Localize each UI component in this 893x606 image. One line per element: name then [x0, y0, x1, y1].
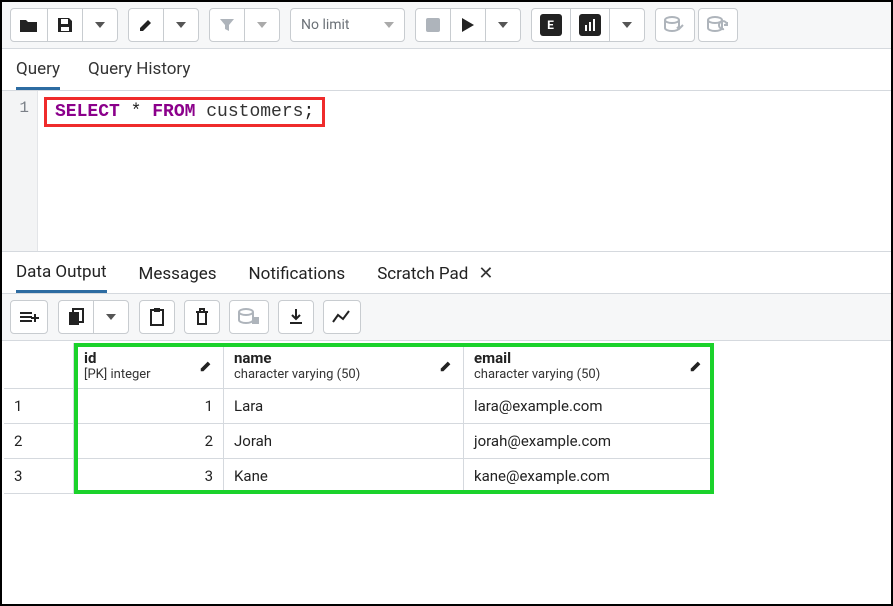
execute-dropdown[interactable]	[485, 8, 521, 42]
save-icon	[56, 16, 74, 34]
cell-id[interactable]: 1	[74, 389, 224, 424]
copy-button[interactable]	[58, 300, 94, 334]
copy-icon	[68, 308, 84, 326]
tab-data-output[interactable]: Data Output	[16, 262, 107, 293]
line-number: 1	[2, 99, 29, 117]
cell-id[interactable]: 3	[74, 459, 224, 494]
chevron-down-icon	[176, 22, 186, 28]
sql-highlight-box: SELECT * FROM customers;	[44, 97, 325, 127]
pencil-icon[interactable]	[689, 359, 703, 373]
save-data-button[interactable]	[229, 300, 269, 334]
cell-name[interactable]: Kane	[224, 459, 464, 494]
edit-dropdown[interactable]	[163, 8, 199, 42]
row-number[interactable]: 1	[4, 389, 74, 424]
close-icon[interactable]: ✕	[478, 263, 493, 284]
column-name: id	[84, 349, 151, 367]
filter-dropdown[interactable]	[244, 8, 280, 42]
row-number[interactable]: 2	[4, 424, 74, 459]
column-type: [PK] integer	[84, 367, 151, 382]
filter-button[interactable]	[209, 8, 245, 42]
limit-select[interactable]: No limit	[290, 8, 405, 42]
add-row-button[interactable]	[10, 300, 48, 334]
save-dropdown[interactable]	[82, 8, 118, 42]
column-type: character varying (50)	[474, 367, 600, 382]
output-tabs: Data Output Messages Notifications Scrat…	[2, 251, 891, 294]
pencil-icon	[138, 17, 154, 33]
edit-button[interactable]	[128, 8, 164, 42]
cell-name[interactable]: Lara	[224, 389, 464, 424]
tab-query-history[interactable]: Query History	[88, 59, 190, 90]
download-icon	[288, 308, 304, 326]
commit-button[interactable]	[655, 8, 695, 42]
save-button[interactable]	[47, 8, 83, 42]
explain-icon: E	[540, 14, 562, 36]
folder-open-icon	[19, 17, 39, 33]
line-gutter: 1	[2, 91, 38, 251]
cell-email[interactable]: lara@example.com	[464, 389, 714, 424]
pencil-icon[interactable]	[439, 359, 453, 373]
play-icon	[461, 17, 475, 33]
copy-dropdown[interactable]	[93, 300, 129, 334]
trash-icon	[195, 308, 209, 326]
results-area: id[PK] integernamecharacter varying (50)…	[2, 341, 891, 496]
column-name: name	[234, 349, 360, 367]
chevron-down-icon	[257, 22, 267, 28]
column-header-id[interactable]: id[PK] integer	[74, 343, 224, 389]
paste-button[interactable]	[139, 300, 175, 334]
tab-query[interactable]: Query	[16, 59, 60, 90]
clipboard-icon	[149, 308, 165, 326]
bar-chart-icon	[579, 14, 601, 36]
column-header-name[interactable]: namecharacter varying (50)	[224, 343, 464, 389]
line-chart-icon	[332, 310, 352, 324]
output-toolbar	[2, 294, 891, 341]
chevron-down-icon	[384, 22, 394, 28]
stop-button[interactable]	[415, 8, 451, 42]
explain-button[interactable]: E	[531, 8, 571, 42]
cell-email[interactable]: kane@example.com	[464, 459, 714, 494]
cell-name[interactable]: Jorah	[224, 424, 464, 459]
cell-email[interactable]: jorah@example.com	[464, 424, 714, 459]
add-row-icon	[19, 309, 39, 325]
chevron-down-icon	[95, 22, 105, 28]
explain-analyze-button[interactable]	[570, 8, 610, 42]
main-toolbar: No limit E	[2, 2, 891, 49]
chevron-down-icon	[498, 22, 508, 28]
open-file-button[interactable]	[10, 8, 48, 42]
chevron-down-icon	[106, 314, 116, 320]
chevron-down-icon	[622, 22, 632, 28]
pencil-icon[interactable]	[199, 359, 213, 373]
db-check-icon	[664, 16, 686, 34]
graph-visualizer-button[interactable]	[323, 300, 361, 334]
pgadmin-query-tool: No limit E	[0, 0, 893, 606]
results-grid: id[PK] integernamecharacter varying (50)…	[4, 343, 889, 494]
editor-tabs: Query Query History	[2, 49, 891, 91]
db-undo-icon	[707, 16, 729, 34]
delete-row-button[interactable]	[184, 300, 220, 334]
explain-dropdown[interactable]	[609, 8, 645, 42]
tab-scratch-pad[interactable]: Scratch Pad ✕	[377, 263, 493, 292]
column-name: email	[474, 349, 600, 367]
column-header-email[interactable]: emailcharacter varying (50)	[464, 343, 714, 389]
cell-id[interactable]: 2	[74, 424, 224, 459]
download-button[interactable]	[278, 300, 314, 334]
limit-label: No limit	[301, 17, 350, 33]
filter-icon	[219, 17, 235, 33]
tab-messages[interactable]: Messages	[139, 264, 217, 292]
sql-editor[interactable]: 1 SELECT * FROM customers;	[2, 91, 891, 251]
db-save-icon	[238, 308, 260, 326]
code-area[interactable]: SELECT * FROM customers;	[38, 91, 891, 251]
rollback-button[interactable]	[698, 8, 738, 42]
execute-button[interactable]	[450, 8, 486, 42]
row-number-header	[4, 343, 74, 389]
stop-icon	[426, 18, 440, 32]
tab-notifications[interactable]: Notifications	[249, 264, 346, 292]
column-type: character varying (50)	[234, 367, 360, 382]
row-number[interactable]: 3	[4, 459, 74, 494]
